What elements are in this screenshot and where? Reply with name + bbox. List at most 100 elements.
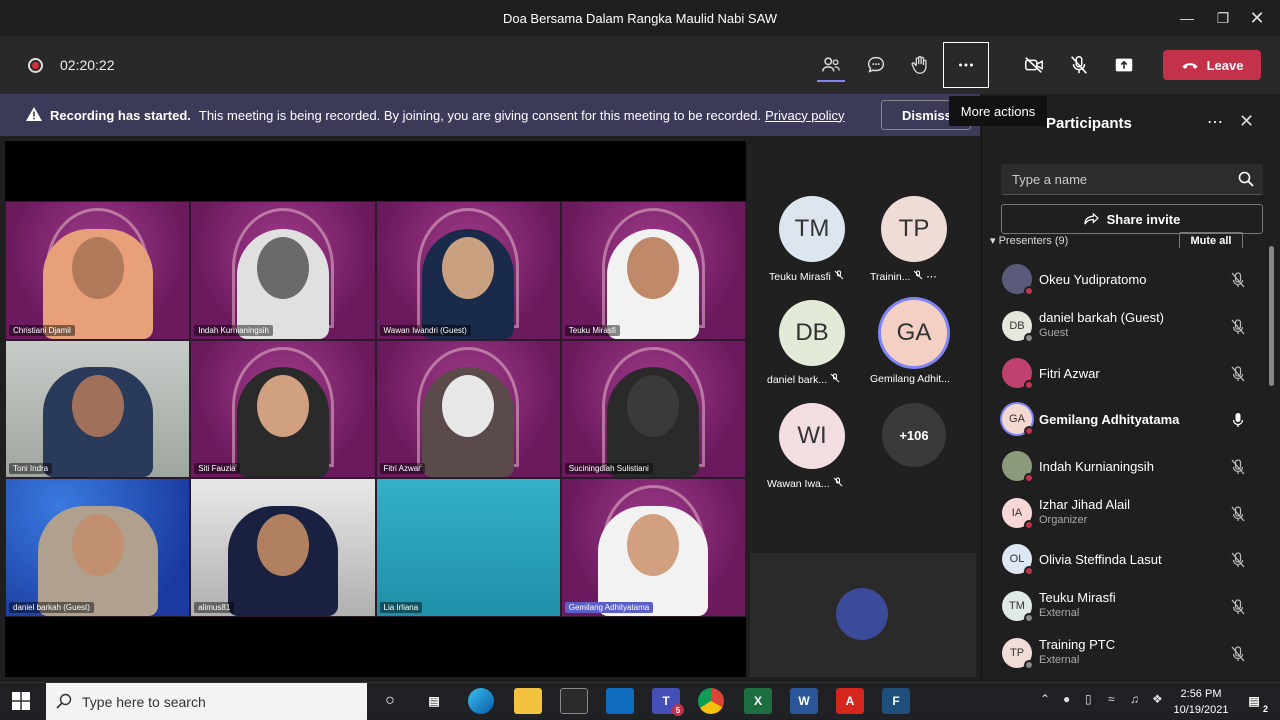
avatar-tm[interactable]: TM (779, 196, 845, 262)
participant-avatar: TP (1002, 638, 1034, 670)
tile-name: Wawan Iwandri (Guest) (379, 324, 471, 336)
participant-row[interactable]: TP Training PTC External (982, 631, 1272, 677)
participant-name: Olivia Steffinda Lasut (1039, 552, 1162, 567)
chat-button[interactable] (856, 44, 896, 86)
tray-chevron-icon[interactable]: ⌃ (1040, 692, 1050, 706)
participants-button[interactable] (811, 44, 851, 86)
video-tile[interactable]: Suciningdiah Sulistiani (560, 339, 746, 479)
participant-head (71, 236, 124, 299)
leave-button[interactable]: Leave (1163, 50, 1261, 80)
participant-row[interactable]: Fitri Azwar (982, 351, 1272, 397)
phone-hangup-icon (1182, 63, 1198, 69)
mic-off-icon[interactable] (1231, 319, 1245, 335)
video-tile[interactable]: daniel barkah (Guest) (5, 478, 191, 617)
presence-icon (1024, 566, 1034, 576)
mic-on-icon[interactable] (1231, 412, 1245, 428)
video-tile[interactable]: Toni Indra (5, 339, 191, 479)
close-window-icon[interactable]: ✕ (1234, 0, 1280, 36)
share-content-button[interactable] (1104, 44, 1144, 86)
tile-name: daniel barkah (Guest) (9, 601, 94, 613)
avatar-db[interactable]: DB (779, 300, 845, 366)
mic-off-icon[interactable] (1231, 506, 1245, 522)
notification-icon[interactable]: ▤ 2 (1240, 688, 1268, 714)
raise-hand-button[interactable] (900, 44, 940, 86)
dropbox-icon[interactable]: ❖ (1152, 692, 1163, 706)
battery-icon[interactable]: ▯ (1085, 692, 1092, 706)
wifi-icon[interactable]: ≈ (1108, 692, 1115, 706)
pdf-icon[interactable]: A (836, 688, 864, 714)
video-tile[interactable]: Siti Fauzia (190, 339, 376, 479)
share-invite-button[interactable]: Share invite (1001, 204, 1263, 234)
app-f-icon[interactable]: F (882, 688, 910, 714)
tile-name: Lia Irliana (379, 601, 423, 613)
mic-toggle-button[interactable] (1059, 44, 1099, 86)
video-tile[interactable]: Fitri Azwar (375, 339, 561, 479)
video-tile[interactable]: Wawan Iwandri (Guest) (375, 201, 561, 340)
video-tile[interactable]: Indah Kurnianingsih (190, 201, 376, 340)
avatar-label: Teuku Mirasfi (769, 270, 844, 283)
tile-name: Suciningdiah Sulistiani (564, 463, 653, 475)
file-explorer-icon[interactable] (514, 688, 542, 714)
participants-panel: Participants ⋯ ✕ Type a name Share invit… (981, 94, 1280, 678)
chrome-icon[interactable] (698, 688, 724, 714)
mic-off-icon[interactable] (1231, 272, 1245, 288)
mic-off-icon[interactable] (1231, 646, 1245, 662)
avatar-tp[interactable]: TP (881, 196, 947, 262)
panel-close-icon[interactable]: ✕ (1239, 111, 1254, 132)
system-clock[interactable]: 2:56 PM 10/19/2021 (1170, 686, 1232, 718)
participant-row[interactable]: IA Izhar Jihad Alail Organizer (982, 491, 1272, 537)
banner-text: This meeting is being recorded. By joini… (198, 107, 762, 123)
video-tile[interactable]: alimus81 (190, 478, 376, 617)
windows-start-icon[interactable] (12, 692, 30, 710)
video-tile[interactable]: Christiani Djamil (5, 201, 191, 340)
participant-name: Fitri Azwar (1039, 366, 1100, 381)
word-icon[interactable]: W (790, 688, 818, 714)
panel-title: Participants (1046, 115, 1132, 132)
participant-search-input[interactable]: Type a name (1001, 164, 1263, 195)
mic-off-icon[interactable] (1231, 552, 1245, 568)
teams-icon[interactable]: T5 (652, 688, 684, 716)
privacy-policy-link[interactable]: Privacy policy (765, 108, 844, 123)
video-tile[interactable]: Lia Irliana (375, 478, 561, 617)
tray-mic-icon[interactable]: ● (1063, 692, 1070, 706)
panel-more-icon[interactable]: ⋯ (1207, 112, 1223, 132)
mic-off-icon[interactable] (1231, 599, 1245, 615)
video-tile[interactable]: Gemilang Adhityatama (560, 478, 746, 617)
search-icon (1238, 171, 1254, 187)
presence-icon (1024, 333, 1034, 343)
edge-icon[interactable] (468, 688, 494, 714)
presence-icon (1024, 380, 1034, 390)
panel-scrollbar[interactable] (1269, 246, 1274, 386)
more-actions-button[interactable] (943, 42, 989, 88)
avatar-ga[interactable]: GA (881, 300, 947, 366)
participant-row[interactable]: OL Olivia Steffinda Lasut (982, 537, 1272, 583)
mic-off-icon[interactable] (1231, 366, 1245, 382)
store-icon[interactable] (560, 688, 588, 714)
mute-all-button[interactable]: Mute all (1179, 232, 1243, 248)
volume-icon[interactable]: ♫ (1130, 692, 1139, 706)
participant-row[interactable]: DB daniel barkah (Guest) Guest (982, 304, 1272, 350)
participant-name: Teuku Mirasfi (1039, 590, 1116, 605)
search-placeholder: Type a name (1012, 172, 1088, 187)
avatar-wi[interactable]: WI (779, 403, 845, 469)
excel-icon[interactable]: X (744, 688, 772, 714)
mail-icon[interactable] (606, 688, 634, 714)
participant-row[interactable]: GA Gemilang Adhityatama (982, 397, 1272, 443)
participant-head (256, 236, 309, 299)
participant-avatar (1002, 264, 1034, 296)
participant-avatar: DB (1002, 311, 1034, 343)
tile-name: Teuku Mirasfi (564, 324, 620, 336)
participant-row[interactable]: Indah Kurnianingsih (982, 444, 1272, 490)
task-view-icon[interactable]: ▤ (420, 688, 448, 714)
taskbar-search-input[interactable]: Type here to search (46, 683, 367, 720)
camera-toggle-button[interactable] (1014, 44, 1054, 86)
more-participants-button[interactable]: +106 (882, 403, 946, 467)
participant-avatar: IA (1002, 498, 1034, 530)
presenters-section[interactable]: ▾ Presenters (9) (990, 234, 1068, 247)
video-tile[interactable]: Teuku Mirasfi (560, 201, 746, 340)
mic-off-icon[interactable] (1231, 459, 1245, 475)
tile-name: Gemilang Adhityatama (564, 601, 654, 613)
participant-row[interactable]: Okeu Yudipratomo (982, 257, 1272, 303)
participant-row[interactable]: TM Teuku Mirasfi External (982, 584, 1272, 630)
cortana-icon[interactable]: ○ (376, 688, 404, 714)
